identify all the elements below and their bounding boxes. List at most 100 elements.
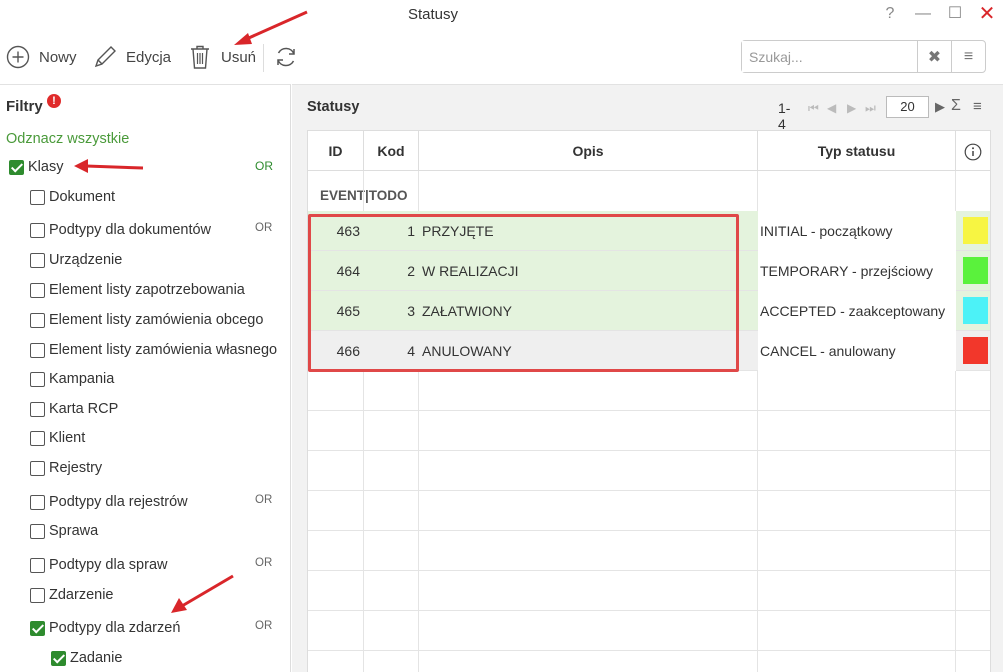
columns-menu-icon[interactable]: ≡ xyxy=(973,98,982,115)
filter-item[interactable]: Podtypy dla zdarzeń OR xyxy=(0,618,291,640)
filter-item[interactable]: Element listy zamówienia obcego xyxy=(0,310,291,332)
filter-item[interactable]: Karta RCP xyxy=(0,399,291,421)
filter-checkbox[interactable] xyxy=(30,283,45,298)
filter-or-toggle[interactable]: OR xyxy=(255,620,272,632)
filter-checkbox[interactable] xyxy=(30,190,45,205)
pencil-icon xyxy=(92,44,118,70)
toolbar: Nowy Edycja Usuń ✖ ≡ xyxy=(0,36,1003,80)
plus-circle-icon xyxy=(5,44,31,70)
trash-icon xyxy=(187,44,213,70)
empty-row xyxy=(308,451,990,491)
maximize-button[interactable]: ☐ xyxy=(943,3,967,25)
filter-checkbox[interactable] xyxy=(30,343,45,358)
prev-page-icon[interactable]: ◀ xyxy=(827,101,836,115)
filter-or-toggle[interactable]: OR xyxy=(255,222,272,234)
filter-item[interactable]: Element listy zamówienia własnego xyxy=(0,340,291,362)
filter-item[interactable]: Kampania xyxy=(0,369,291,391)
filter-checkbox[interactable] xyxy=(30,524,45,539)
uncheck-all-link[interactable]: Odznacz wszystkie xyxy=(6,131,129,147)
filter-label: Element listy zapotrzebowania xyxy=(49,282,245,298)
filter-item[interactable]: Rejestry xyxy=(0,458,291,480)
search-box: ✖ ≡ xyxy=(741,40,986,73)
search-menu-icon[interactable]: ≡ xyxy=(951,41,985,72)
filter-or-toggle[interactable]: OR xyxy=(255,557,272,569)
empty-row xyxy=(308,371,990,411)
filter-checkbox[interactable] xyxy=(30,313,45,328)
close-button[interactable]: ✕ xyxy=(975,3,999,25)
filter-or-toggle[interactable]: OR xyxy=(255,159,273,173)
empty-row xyxy=(308,491,990,531)
filter-label: Podtypy dla rejestrów xyxy=(49,494,188,510)
last-page-icon[interactable]: ⏭ xyxy=(865,101,876,116)
cell-typ: INITIAL - początkowy xyxy=(758,211,956,251)
filter-or-toggle[interactable]: OR xyxy=(255,494,272,506)
filter-checkbox[interactable] xyxy=(9,160,24,175)
first-page-icon[interactable]: ⏮ xyxy=(808,101,819,116)
column-header-typ[interactable]: Typ statusu xyxy=(758,131,956,171)
arrow-annotation-zdarzenia xyxy=(171,574,234,613)
filter-checkbox[interactable] xyxy=(30,372,45,387)
cell-typ: TEMPORARY - przejściowy xyxy=(758,251,956,291)
minimize-button[interactable]: — xyxy=(911,3,935,25)
filter-label: Klient xyxy=(49,430,86,446)
filter-label: Karta RCP xyxy=(49,401,119,417)
column-header-kod[interactable]: Kod xyxy=(364,131,419,171)
filter-checkbox[interactable] xyxy=(30,431,45,446)
filter-item[interactable]: Podtypy dla dokumentów OR xyxy=(0,220,291,242)
filter-item[interactable]: Podtypy dla rejestrów OR xyxy=(0,492,291,514)
page-size-input[interactable]: 20 xyxy=(886,96,929,118)
sum-icon[interactable]: Σ xyxy=(951,97,961,115)
filter-checkbox[interactable] xyxy=(30,223,45,238)
statuses-panel: Statusy 1-4 ⏮ ◀ ▶ ⏭ 20 ▶ Σ ≡ ID Kod Opis… xyxy=(292,84,1003,672)
new-button[interactable]: Nowy xyxy=(5,42,77,72)
status-color-swatch xyxy=(963,257,988,284)
filter-checkbox[interactable] xyxy=(30,558,45,573)
panel-title: Statusy xyxy=(307,99,360,115)
filter-checkbox[interactable] xyxy=(30,402,45,417)
filter-label: Zadanie xyxy=(70,650,123,666)
filter-item[interactable]: Dokument xyxy=(0,187,291,209)
next-page-disabled-icon[interactable]: ▶ xyxy=(847,101,856,115)
filter-label: Klasy xyxy=(28,159,64,175)
column-header-info[interactable] xyxy=(956,131,990,171)
filter-checkbox[interactable] xyxy=(30,621,45,636)
filter-item[interactable]: Klient xyxy=(0,428,291,450)
arrow-annotation-delete xyxy=(234,10,308,45)
filter-item[interactable]: Podtypy dla spraw OR xyxy=(0,555,291,577)
table-header: ID Kod Opis Typ statusu xyxy=(308,131,990,171)
filter-item[interactable]: Element listy zapotrzebowania xyxy=(0,280,291,302)
filter-checkbox[interactable] xyxy=(30,495,45,510)
filter-checkbox[interactable] xyxy=(30,461,45,476)
clear-search-icon[interactable]: ✖ xyxy=(917,41,951,72)
empty-row xyxy=(308,411,990,451)
column-header-id[interactable]: ID xyxy=(308,131,364,171)
search-input[interactable] xyxy=(742,41,917,72)
filter-label: Urządzenie xyxy=(49,252,123,268)
arrow-annotation-klasy xyxy=(74,159,144,173)
filter-item[interactable]: Sprawa xyxy=(0,521,291,543)
page-size-arrow-icon[interactable]: ▶ xyxy=(935,99,945,115)
cell-typ: ACCEPTED - zaakceptowany xyxy=(758,291,956,331)
filter-checkbox[interactable] xyxy=(30,253,45,268)
help-button[interactable]: ? xyxy=(878,3,902,25)
edit-button[interactable]: Edycja xyxy=(92,42,171,72)
filter-label: Podtypy dla spraw xyxy=(49,557,168,573)
highlight-box xyxy=(308,214,739,372)
column-header-opis[interactable]: Opis xyxy=(419,131,758,171)
delete-button-label: Usuń xyxy=(221,48,257,66)
status-color-swatch xyxy=(963,297,988,324)
filter-checkbox[interactable] xyxy=(30,588,45,603)
status-color-swatch xyxy=(963,217,988,244)
edit-button-label: Edycja xyxy=(126,48,172,66)
cell-typ: CANCEL - anulowany xyxy=(758,331,956,371)
filter-checkbox[interactable] xyxy=(51,651,66,666)
filter-item[interactable]: Zdarzenie xyxy=(0,585,291,607)
filter-label: Kampania xyxy=(49,371,115,387)
filter-label: Element listy zamówienia obcego xyxy=(49,312,264,328)
filter-label: Sprawa xyxy=(49,523,99,539)
warning-icon: ! xyxy=(47,94,61,108)
filter-label: Dokument xyxy=(49,189,116,205)
filter-item[interactable]: Zadanie xyxy=(0,648,291,670)
filter-item[interactable]: Urządzenie xyxy=(0,250,291,272)
empty-row xyxy=(308,611,990,651)
